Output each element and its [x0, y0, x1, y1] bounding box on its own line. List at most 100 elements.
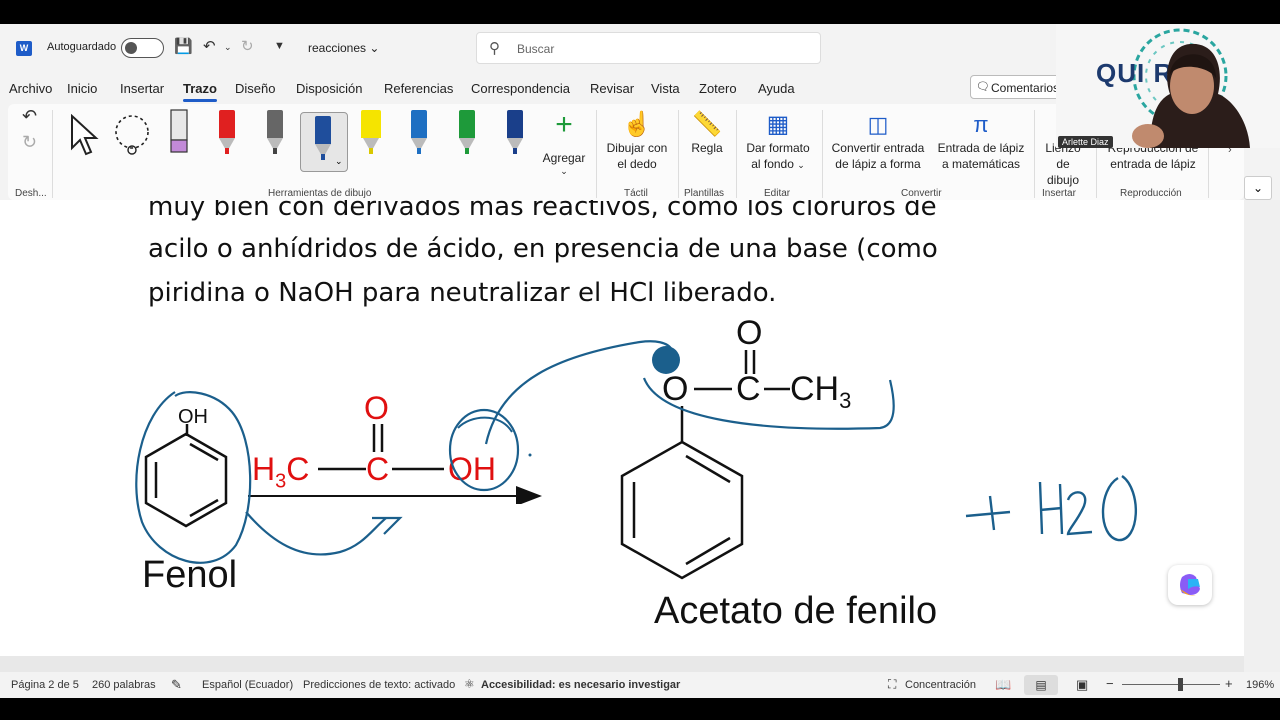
ribbon-collapse-button[interactable]: ⌄	[1244, 176, 1272, 200]
text-predictions[interactable]: Predicciones de texto: activado	[303, 679, 455, 691]
presenter-video	[1132, 43, 1250, 148]
ink-annotations	[135, 340, 1137, 564]
bg-label-2: al fondo ⌄	[740, 156, 816, 173]
document-name[interactable]: reacciones ⌄	[308, 41, 379, 55]
status-bar: Página 2 de 5 260 palabras ✎ Español (Ec…	[0, 672, 1280, 698]
chevron-down-icon: ⌄	[560, 166, 568, 176]
tab-inicio[interactable]: Inicio	[67, 81, 97, 96]
redo-icon[interactable]: ↻	[22, 133, 37, 151]
tab-zotero[interactable]: Zotero	[699, 81, 737, 96]
chevron-down-icon[interactable]: ⌄	[224, 42, 232, 53]
undo-icon[interactable]: ↶	[203, 37, 216, 55]
highlighter-yellow-icon[interactable]	[360, 110, 382, 156]
comment-icon: 🗨	[976, 81, 990, 93]
vertical-scrollbar[interactable]	[1244, 200, 1280, 672]
zoom-in-icon[interactable]: +	[1225, 676, 1233, 691]
tab-vista[interactable]: Vista	[651, 81, 680, 96]
pen-lightblue-icon[interactable]	[408, 110, 430, 156]
pen-nib	[513, 148, 517, 154]
add-pen-button[interactable]: + Agregar ⌄	[538, 108, 590, 177]
divider	[1034, 110, 1035, 198]
tab-disposicion[interactable]: Disposición	[296, 81, 362, 96]
zoom-out-icon[interactable]: −	[1106, 676, 1114, 691]
add-label: Agregar	[542, 151, 586, 165]
pen-nib	[417, 148, 421, 154]
tab-revisar[interactable]: Revisar	[590, 81, 634, 96]
pen-blue-icon[interactable]	[312, 116, 334, 162]
toggle-knob	[125, 42, 137, 54]
chevron-down-icon: ⌄	[369, 41, 380, 55]
divider	[52, 110, 53, 198]
document-area: muy bien con derivados más reactivos, co…	[0, 200, 1280, 672]
pen-body	[315, 116, 331, 144]
search-placeholder: Buscar	[517, 42, 555, 56]
autosave-toggle[interactable]	[121, 38, 164, 58]
ruler-icon: 📏	[692, 111, 722, 138]
customize-toolbar-icon[interactable]: ▼	[274, 40, 285, 52]
zoom-slider-thumb[interactable]	[1178, 678, 1183, 691]
autosave-label: Autoguardado	[47, 41, 117, 53]
copilot-icon	[1180, 574, 1200, 596]
insert-group-label: Insertar	[1042, 188, 1076, 199]
pen-body	[507, 110, 523, 138]
lasso-select-icon[interactable]	[112, 112, 156, 158]
tab-ayuda[interactable]: Ayuda	[758, 81, 795, 96]
draw-touch-label-1: Dibujar con	[606, 141, 668, 155]
select-pointer-icon[interactable]	[68, 114, 100, 158]
drawing-tools-group-label: Herramientas de dibujo	[268, 188, 372, 199]
accessibility-status[interactable]: Accesibilidad: es necesario investigar	[481, 679, 680, 691]
read-mode-icon[interactable]: 📖	[995, 677, 1011, 693]
ink-to-math-icon: π	[973, 112, 989, 137]
redo-icon[interactable]: ↻	[241, 37, 254, 55]
language[interactable]: Español (Ecuador)	[202, 679, 293, 691]
pen-body	[459, 110, 475, 138]
accessibility-icon: ⚛	[464, 677, 475, 691]
undo-icon[interactable]: ↶	[22, 107, 37, 125]
draw-with-touch-button[interactable]: ☝ Dibujar con el dedo	[600, 110, 674, 172]
comments-label: Comentarios	[991, 81, 1060, 95]
ruler-button[interactable]: 📏 Regla	[682, 110, 732, 156]
word-icon: W	[16, 41, 32, 56]
eraser-icon[interactable]	[168, 108, 192, 156]
format-background-button[interactable]: ▦ Dar formato al fondo ⌄	[740, 110, 816, 173]
bg-label-1: Dar formato	[746, 141, 810, 155]
save-icon[interactable]: 💾	[174, 37, 193, 55]
tab-insertar[interactable]: Insertar	[120, 81, 164, 96]
print-layout-icon[interactable]: ▤	[1024, 675, 1058, 695]
pen-body	[411, 110, 427, 138]
proofing-icon[interactable]: ✎	[171, 677, 182, 693]
divider	[596, 110, 597, 198]
ink-to-math-button[interactable]: π Entrada de lápiz a matemáticas	[930, 110, 1032, 172]
zoom-level[interactable]: 196%	[1246, 679, 1274, 691]
chevron-down-icon: ⌄	[797, 160, 805, 170]
pen-nib	[273, 148, 277, 154]
search-input[interactable]: ⚲ Buscar	[476, 32, 821, 64]
bg-label-2-text: al fondo	[751, 157, 794, 171]
tab-archivo[interactable]: Archivo	[9, 81, 52, 96]
tab-referencias[interactable]: Referencias	[384, 81, 453, 96]
convert-ink-to-shape-button[interactable]: ◫ Convertir entrada de lápiz a forma	[826, 110, 930, 172]
page-count[interactable]: Página 2 de 5	[11, 679, 79, 691]
tab-correspondencia[interactable]: Correspondencia	[471, 81, 570, 96]
document-page[interactable]: muy bien con derivados más reactivos, co…	[0, 200, 1244, 656]
comments-button[interactable]: 🗨 Comentarios	[970, 75, 1062, 99]
pen-red-icon[interactable]	[216, 110, 238, 156]
tab-diseno[interactable]: Diseño	[235, 81, 275, 96]
pen-green-icon[interactable]	[456, 110, 478, 156]
zoom-slider[interactable]	[1122, 684, 1220, 685]
pen-body	[361, 110, 381, 138]
doc-name-text: reacciones	[308, 41, 367, 55]
word-count[interactable]: 260 palabras	[92, 679, 156, 691]
pen-nib	[465, 148, 469, 154]
touch-group-label: Táctil	[624, 188, 648, 199]
plus-icon: +	[555, 108, 573, 141]
tab-trazo[interactable]: Trazo	[183, 81, 217, 102]
copilot-button[interactable]	[1168, 565, 1212, 605]
webcam-overlay: QUI R Arlette Diaz	[1056, 24, 1280, 148]
pen-galaxy-icon[interactable]	[504, 110, 526, 156]
focus-mode[interactable]: Concentración	[905, 679, 976, 691]
chevron-down-icon[interactable]: ⌄	[335, 156, 343, 167]
pen-nib	[225, 148, 229, 154]
web-layout-icon[interactable]: ▣	[1076, 677, 1088, 693]
pencil-gray-icon[interactable]	[264, 110, 286, 156]
